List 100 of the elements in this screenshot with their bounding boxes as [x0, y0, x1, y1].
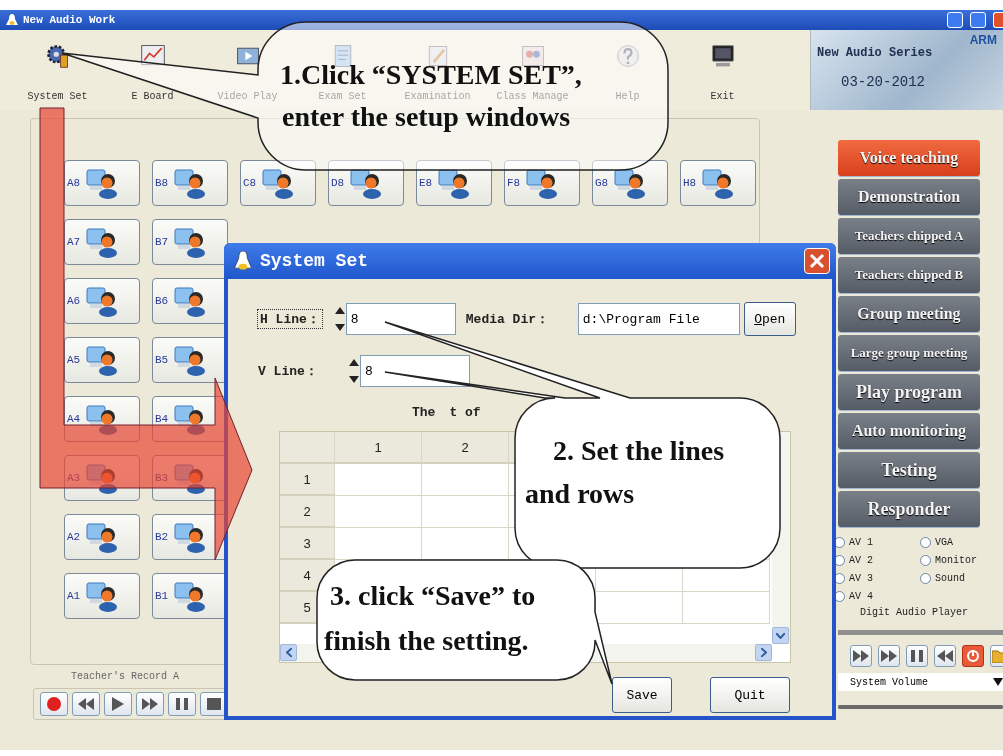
toolbar-button[interactable] — [44, 43, 71, 69]
corner-cell — [280, 432, 335, 464]
spinner-arrows-icon — [348, 357, 360, 385]
monitor-icon — [709, 43, 736, 69]
volume-dropdown[interactable]: System Volume — [838, 673, 1003, 691]
chevron-right-icon — [760, 648, 767, 657]
table-cell[interactable] — [683, 592, 770, 624]
spinner-arrows-icon — [333, 305, 346, 333]
radio-label: Sound — [935, 572, 965, 584]
dialog-button[interactable]: Save — [612, 677, 672, 713]
mode-button[interactable]: Teachers chipped B — [838, 257, 980, 293]
mode-button[interactable]: Teachers chipped A — [838, 218, 980, 254]
radio-label: AV 3 — [849, 572, 873, 584]
scroll-right-button[interactable] — [755, 644, 772, 661]
player-button[interactable] — [962, 645, 984, 667]
slider-fill[interactable] — [838, 705, 1003, 709]
seat-button[interactable]: A8 — [64, 160, 140, 206]
rewind-icon — [78, 698, 94, 710]
seat-button[interactable]: A1 — [64, 573, 140, 619]
play-icon — [112, 697, 124, 711]
radio-button[interactable] — [920, 572, 931, 584]
mode-button[interactable]: Testing — [838, 452, 980, 488]
gear-icon — [44, 43, 71, 69]
input-field[interactable]: 8 — [360, 355, 470, 387]
player-button[interactable] — [136, 692, 164, 716]
date-text: 03-20-2012 — [841, 74, 926, 90]
radio-label: AV 4 — [849, 590, 873, 602]
callout-text: 1.Click “SYSTEM SET”, — [280, 59, 582, 90]
pause-icon — [176, 698, 188, 710]
column-header: 1 — [335, 432, 422, 464]
radio-label: VGA — [935, 536, 953, 548]
scroll-left-button[interactable] — [280, 644, 297, 661]
radio-button[interactable] — [920, 554, 931, 566]
table-cell[interactable] — [335, 464, 422, 496]
field-label: V Line： — [258, 363, 319, 380]
player-button[interactable] — [104, 692, 132, 716]
penguin-icon — [234, 251, 252, 271]
field-label: Media Dir： — [465, 311, 551, 328]
scroll-down-button[interactable] — [772, 627, 789, 644]
mode-button[interactable]: Auto monitoring — [838, 413, 980, 449]
radio-button[interactable] — [920, 536, 931, 548]
dialog-title: System Set — [260, 251, 370, 271]
help-icon — [614, 43, 641, 69]
seat-button[interactable]: A5 — [64, 337, 140, 383]
seat-button[interactable]: E8 — [416, 160, 492, 206]
player-button[interactable] — [72, 692, 100, 716]
seat-button[interactable]: G8 — [592, 160, 668, 206]
column-header: 2 — [422, 432, 509, 464]
player-button[interactable] — [40, 692, 68, 716]
seat-button[interactable]: B7 — [152, 219, 228, 265]
table-cell[interactable] — [422, 464, 509, 496]
toolbar-button[interactable] — [709, 43, 736, 69]
fast-forward-icon — [881, 650, 897, 662]
pause-icon — [911, 650, 923, 662]
player-button[interactable] — [168, 692, 196, 716]
toolbar-label[interactable]: System Set — [27, 91, 88, 102]
seat-button[interactable]: D8 — [328, 160, 404, 206]
seat-button[interactable]: A2 — [64, 514, 140, 560]
rewind-icon — [937, 650, 953, 662]
window-title: New Audio Work — [23, 14, 117, 26]
seat-button[interactable]: C8 — [240, 160, 316, 206]
mode-button[interactable]: Responder — [838, 491, 980, 527]
close-button[interactable] — [993, 12, 1003, 28]
table-cell[interactable] — [335, 496, 422, 528]
open-button[interactable]: Open — [743, 302, 796, 336]
fast-forward-icon — [142, 698, 158, 710]
seat-button[interactable]: A6 — [64, 278, 140, 324]
mode-button[interactable]: Play program — [838, 374, 980, 410]
player-button[interactable] — [934, 645, 956, 667]
minimize-button[interactable] — [947, 12, 963, 28]
table-cell[interactable] — [422, 496, 509, 528]
product-title: New Audio Series — [817, 46, 934, 60]
close-button[interactable] — [804, 248, 830, 274]
maximize-button[interactable] — [970, 12, 986, 28]
note-text: t of — [449, 405, 481, 422]
dialog-button[interactable]: Quit — [710, 677, 790, 713]
seat-button[interactable]: B8 — [152, 160, 228, 206]
toolbar-label[interactable]: Exit — [710, 91, 735, 102]
seat-button[interactable]: F8 — [504, 160, 580, 206]
radio-label: Monitor — [935, 554, 977, 566]
player-button[interactable] — [850, 645, 872, 667]
input-field[interactable]: d:\Program File — [577, 303, 740, 335]
seat-button[interactable]: H8 — [680, 160, 756, 206]
callout-text: enter the setup windows — [282, 101, 571, 132]
mode-button[interactable]: Group meeting — [838, 296, 980, 332]
radio-label: AV 2 — [849, 554, 873, 566]
field-label: H Line： — [258, 310, 322, 328]
seat-button[interactable]: A7 — [64, 219, 140, 265]
toolbar-label[interactable]: E Board — [131, 91, 174, 102]
mode-button[interactable]: Large group meeting — [838, 335, 980, 371]
penguin-icon — [6, 14, 18, 26]
player-button[interactable] — [906, 645, 928, 667]
fast-forward-icon — [853, 650, 869, 662]
player-button[interactable] — [878, 645, 900, 667]
brand-text: ARM — [969, 34, 997, 46]
input-field[interactable]: 8 — [345, 303, 456, 335]
mode-button[interactable]: Demonstration — [838, 179, 980, 215]
callout-text: and rows — [525, 478, 635, 509]
chevron-down-icon — [776, 632, 785, 639]
record-label: Teacher's Record A — [70, 671, 180, 682]
